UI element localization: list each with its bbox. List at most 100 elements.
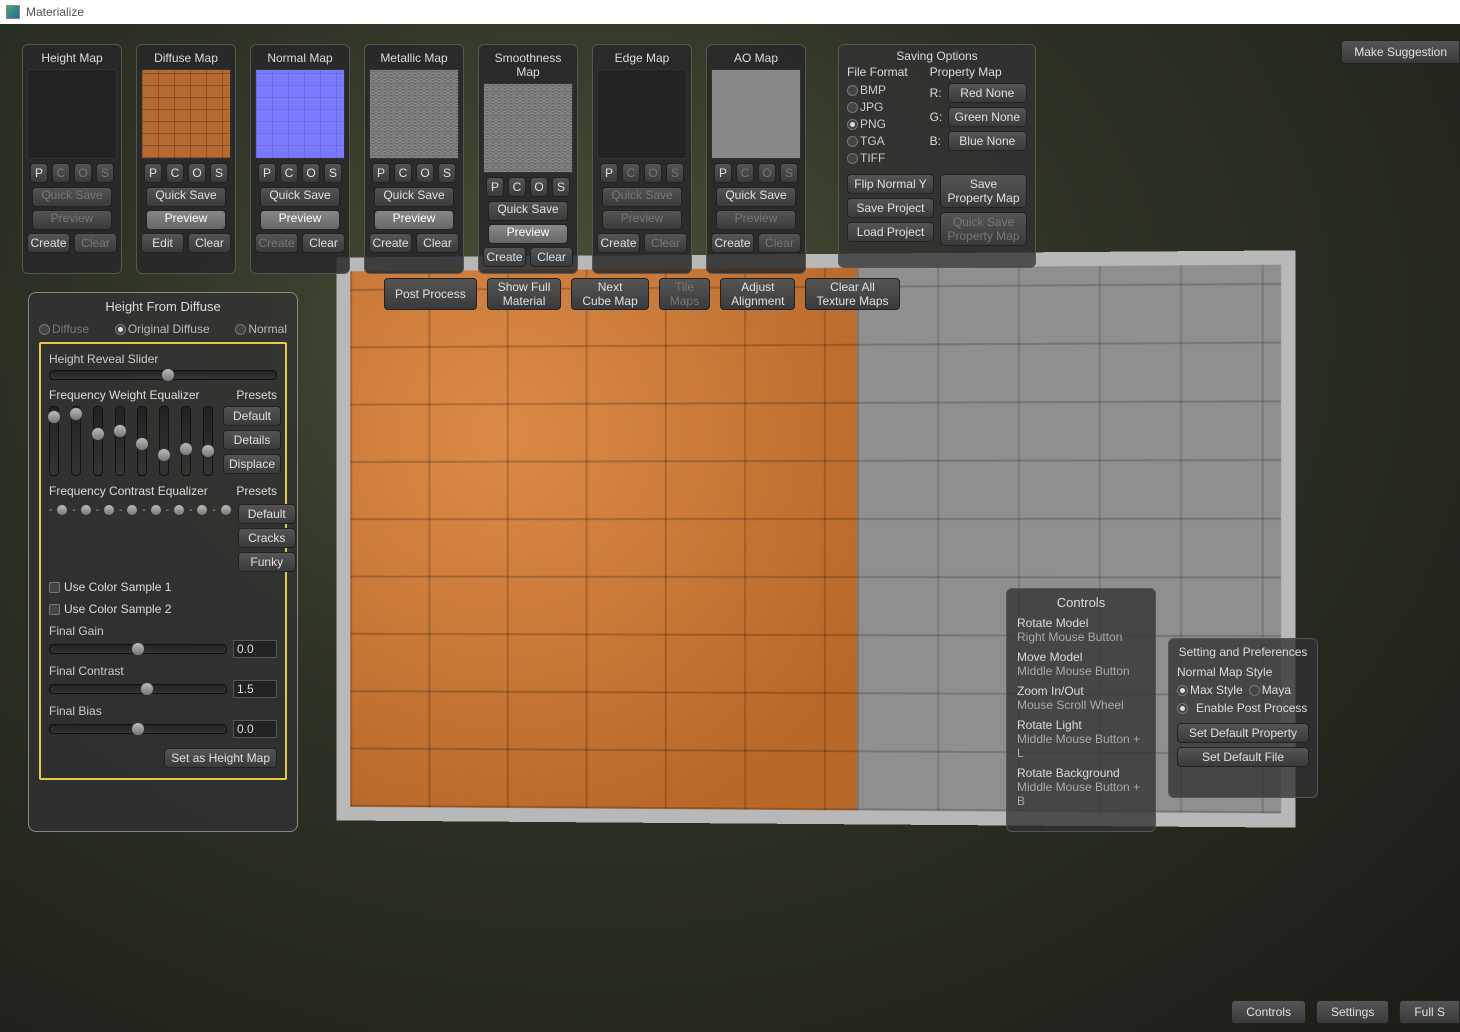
file-format-tga[interactable]: TGA (847, 134, 922, 148)
bottom-settings-button[interactable]: Settings (1316, 1000, 1389, 1024)
map-edge-c-button[interactable]: C (622, 163, 640, 183)
map-height-s-button[interactable]: S (96, 163, 114, 183)
map-diffuse-p-button[interactable]: P (144, 163, 162, 183)
map-diffuse-s-button[interactable]: S (210, 163, 228, 183)
map-smoothness-clear-button[interactable]: Clear (530, 247, 573, 267)
fwe-preset-default[interactable]: Default (223, 406, 281, 426)
map-diffuse-edit-button[interactable]: Edit (141, 233, 184, 253)
fce-preset-cracks[interactable]: Cracks (238, 528, 296, 548)
map-metallic-quicksave-button[interactable]: Quick Save (374, 187, 454, 207)
map-ao-o-button[interactable]: O (758, 163, 776, 183)
map-normal-create-button[interactable]: Create (255, 233, 298, 253)
map-diffuse-o-button[interactable]: O (188, 163, 206, 183)
channel-b-button[interactable]: Blue None (948, 131, 1027, 151)
maya-style-radio[interactable]: Maya (1249, 683, 1291, 697)
load-project-button[interactable]: Load Project (847, 222, 934, 242)
map-edge-s-button[interactable]: S (666, 163, 684, 183)
hfd-src-diffuse[interactable]: Diffuse (39, 322, 89, 336)
post-process-button[interactable]: Post Process (384, 278, 477, 310)
fwe-slider-3[interactable] (115, 406, 125, 476)
map-metallic-s-button[interactable]: S (438, 163, 456, 183)
hfd-src-original[interactable]: Original Diffuse (115, 322, 210, 336)
map-edge-o-button[interactable]: O (644, 163, 662, 183)
channel-r-button[interactable]: Red None (948, 83, 1027, 103)
map-height-create-button[interactable]: Create (27, 233, 70, 253)
flip-normal-y-button[interactable]: Flip Normal Y (847, 174, 934, 194)
set-as-height-map-button[interactable]: Set as Height Map (164, 748, 277, 768)
map-height-c-button[interactable]: C (52, 163, 70, 183)
file-format-jpg[interactable]: JPG (847, 100, 922, 114)
enable-post-process-radio[interactable]: Enable Post Process (1177, 701, 1309, 715)
map-normal-preview-button[interactable]: Preview (260, 210, 340, 230)
map-normal-clear-button[interactable]: Clear (302, 233, 345, 253)
bottom-full-button[interactable]: Full S (1399, 1000, 1460, 1024)
bottom-controls-button[interactable]: Controls (1231, 1000, 1306, 1024)
fwe-slider-1[interactable] (71, 406, 81, 476)
map-ao-c-button[interactable]: C (736, 163, 754, 183)
fwe-slider-6[interactable] (181, 406, 191, 476)
tile-maps-button[interactable]: TileMaps (659, 278, 710, 310)
map-edge-clear-button[interactable]: Clear (644, 233, 687, 253)
map-height-clear-button[interactable]: Clear (74, 233, 117, 253)
use-color-sample-1[interactable]: Use Color Sample 1 (49, 580, 277, 594)
map-ao-p-button[interactable]: P (714, 163, 732, 183)
final-gain-value[interactable]: 0.0 (233, 640, 277, 658)
fwe-preset-details[interactable]: Details (223, 430, 281, 450)
map-diffuse-preview-button[interactable]: Preview (146, 210, 226, 230)
use-color-sample-2[interactable]: Use Color Sample 2 (49, 602, 277, 616)
fwe-slider-4[interactable] (137, 406, 147, 476)
map-smoothness-o-button[interactable]: O (530, 177, 548, 197)
file-format-bmp[interactable]: BMP (847, 83, 922, 97)
map-ao-quicksave-button[interactable]: Quick Save (716, 187, 796, 207)
map-smoothness-p-button[interactable]: P (486, 177, 504, 197)
next-cube-map-button[interactable]: NextCube Map (571, 278, 648, 310)
save-property-map-button[interactable]: Save Property Map (940, 174, 1027, 208)
fwe-slider-7[interactable] (203, 406, 213, 476)
map-edge-p-button[interactable]: P (600, 163, 618, 183)
map-metallic-preview-button[interactable]: Preview (374, 210, 454, 230)
fwe-slider-5[interactable] (159, 406, 169, 476)
final-contrast-value[interactable]: 1.5 (233, 680, 277, 698)
map-normal-c-button[interactable]: C (280, 163, 298, 183)
final-bias-slider[interactable] (49, 724, 227, 734)
map-smoothness-quicksave-button[interactable]: Quick Save (488, 201, 568, 221)
show-full-material-button[interactable]: Show FullMaterial (487, 278, 562, 310)
fce-preset-funky[interactable]: Funky (238, 552, 296, 572)
fwe-slider-0[interactable] (49, 406, 59, 476)
map-diffuse-c-button[interactable]: C (166, 163, 184, 183)
fwe-preset-displace[interactable]: Displace (223, 454, 281, 474)
quicksave-property-map-button[interactable]: Quick Save Property Map (940, 212, 1027, 246)
map-edge-preview-button[interactable]: Preview (602, 210, 682, 230)
file-format-png[interactable]: PNG (847, 117, 922, 131)
map-edge-quicksave-button[interactable]: Quick Save (602, 187, 682, 207)
map-smoothness-c-button[interactable]: C (508, 177, 526, 197)
map-height-quicksave-button[interactable]: Quick Save (32, 187, 112, 207)
channel-g-button[interactable]: Green None (948, 107, 1027, 127)
map-metallic-clear-button[interactable]: Clear (416, 233, 459, 253)
fce-equalizer[interactable]: -------- (49, 504, 232, 516)
fwe-slider-2[interactable] (93, 406, 103, 476)
map-smoothness-preview-button[interactable]: Preview (488, 224, 568, 244)
fce-preset-default[interactable]: Default (238, 504, 296, 524)
final-contrast-slider[interactable] (49, 684, 227, 694)
map-edge-create-button[interactable]: Create (597, 233, 640, 253)
map-normal-o-button[interactable]: O (302, 163, 320, 183)
make-suggestion-button[interactable]: Make Suggestion (1341, 40, 1460, 64)
save-project-button[interactable]: Save Project (847, 198, 934, 218)
set-default-property-button[interactable]: Set Default Property (1177, 723, 1309, 743)
map-metallic-c-button[interactable]: C (394, 163, 412, 183)
map-normal-s-button[interactable]: S (324, 163, 342, 183)
map-ao-create-button[interactable]: Create (711, 233, 754, 253)
map-normal-quicksave-button[interactable]: Quick Save (260, 187, 340, 207)
map-height-p-button[interactable]: P (30, 163, 48, 183)
map-height-o-button[interactable]: O (74, 163, 92, 183)
map-normal-p-button[interactable]: P (258, 163, 276, 183)
adjust-alignment-button[interactable]: AdjustAlignment (720, 278, 795, 310)
map-ao-preview-button[interactable]: Preview (716, 210, 796, 230)
height-reveal-slider[interactable] (49, 370, 277, 380)
clear-all-texture-maps-button[interactable]: Clear AllTexture Maps (805, 278, 899, 310)
file-format-tiff[interactable]: TIFF (847, 151, 922, 165)
final-bias-value[interactable]: 0.0 (233, 720, 277, 738)
map-metallic-o-button[interactable]: O (416, 163, 434, 183)
set-default-file-button[interactable]: Set Default File (1177, 747, 1309, 767)
